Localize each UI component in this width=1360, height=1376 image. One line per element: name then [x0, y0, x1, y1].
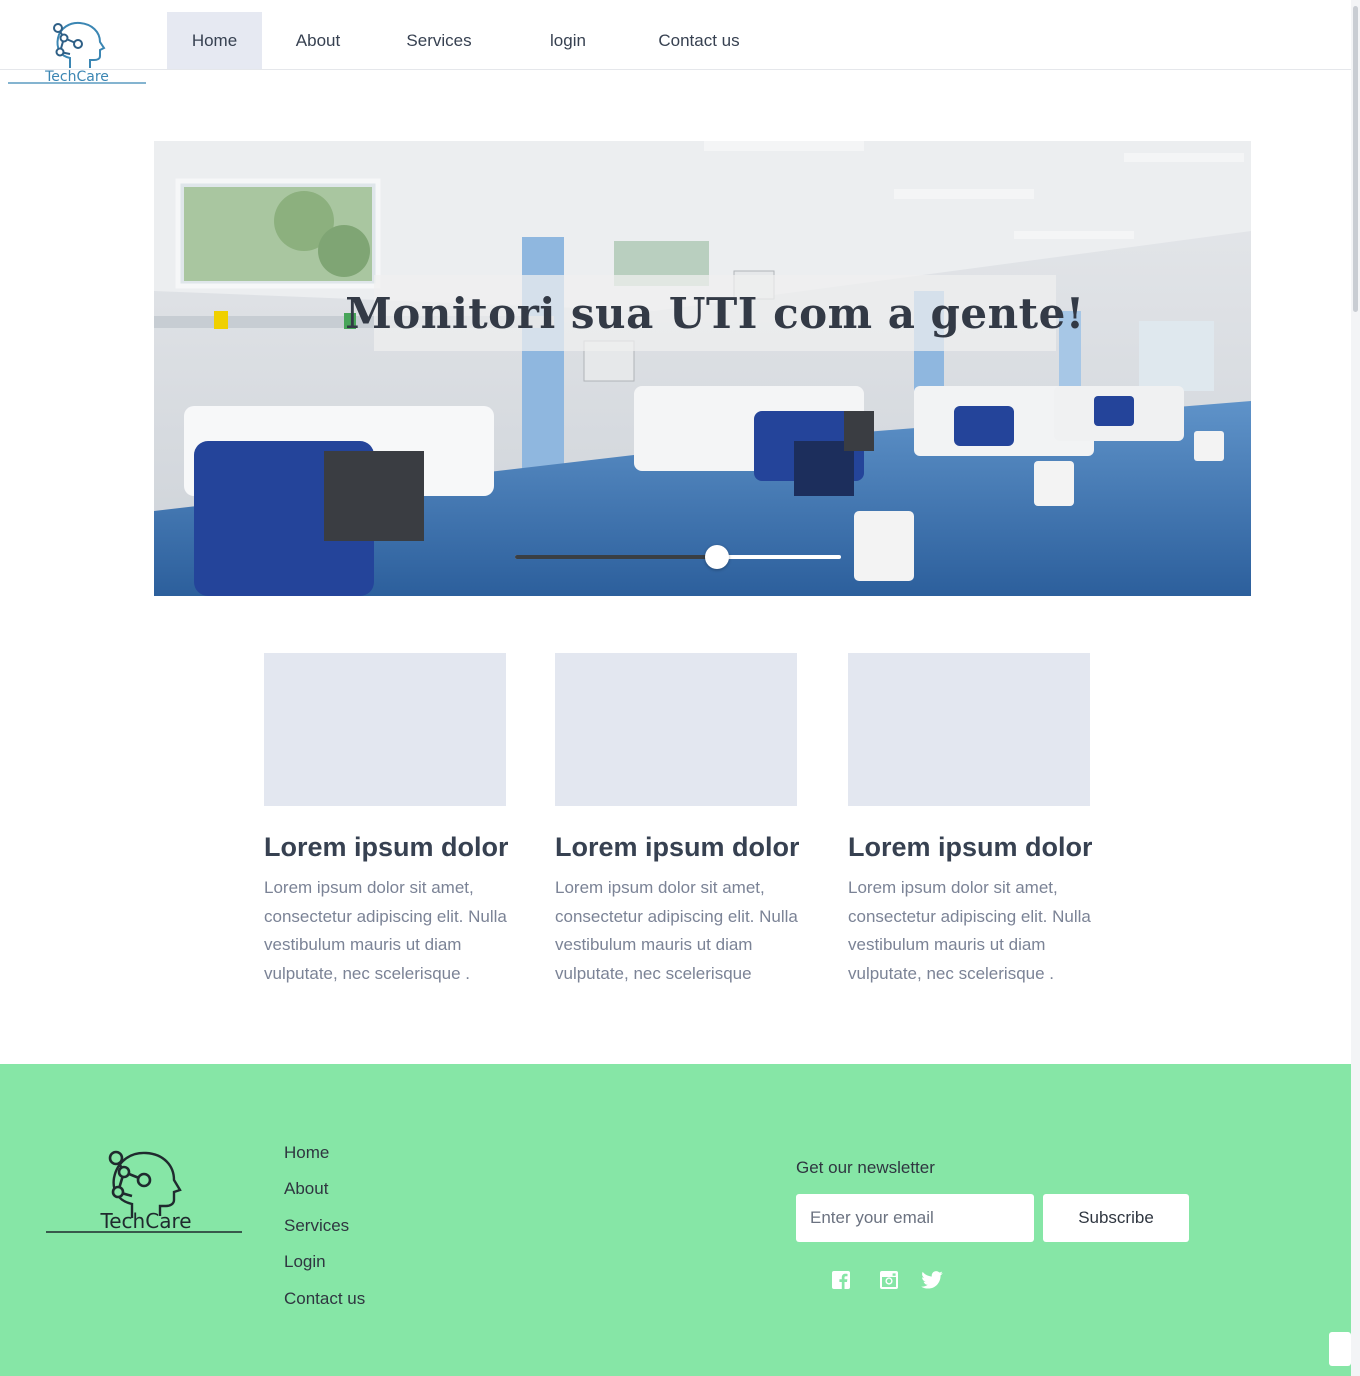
nav-item-login[interactable]: login	[504, 12, 632, 69]
back-to-top-button[interactable]	[1329, 1332, 1351, 1366]
card-title: Lorem ipsum dolor	[848, 832, 1092, 862]
footer-techcare-logo[interactable]: TechCare	[46, 1146, 242, 1239]
card-image-placeholder	[848, 653, 1090, 806]
newsletter-email-input[interactable]	[796, 1194, 1034, 1242]
techcare-logo[interactable]: TechCare	[8, 10, 146, 84]
carousel-slider[interactable]	[515, 545, 841, 569]
page-scrollbar[interactable]	[1351, 0, 1360, 1376]
site-header: TechCare Home About Services login Conta…	[0, 0, 1360, 84]
main-nav: Home About Services login Contact us	[167, 12, 766, 69]
card-title: Lorem ipsum dolor	[555, 832, 799, 862]
card-text: Lorem ipsum dolor sit amet, consectetur …	[555, 878, 798, 983]
footer-link-about[interactable]: About	[284, 1178, 365, 1214]
footer-link-contact[interactable]: Contact us	[284, 1288, 365, 1324]
subscribe-button[interactable]: Subscribe	[1043, 1194, 1189, 1242]
card-image-placeholder	[555, 653, 797, 806]
instagram-icon[interactable]	[878, 1269, 900, 1291]
card-image-placeholder	[264, 653, 506, 806]
footer-nav: Home About Services Login Contact us	[284, 1142, 365, 1324]
newsletter-label: Get our newsletter	[796, 1158, 935, 1177]
hospital-ward-image	[154, 141, 1251, 596]
feature-card: Lorem ipsum dolor Lorem ipsum dolor sit …	[848, 653, 1092, 988]
nav-item-services[interactable]: Services	[374, 12, 504, 69]
slider-thumb[interactable]	[705, 545, 730, 569]
slider-progress	[515, 555, 718, 559]
footer-link-services[interactable]: Services	[284, 1215, 365, 1251]
facebook-icon[interactable]	[830, 1269, 852, 1291]
nav-item-about[interactable]: About	[262, 12, 374, 69]
hero-title: Monitori sua UTI com a gente!	[345, 288, 1085, 338]
card-title: Lorem ipsum dolor	[264, 832, 508, 862]
card-text: Lorem ipsum dolor sit amet, consectetur …	[848, 878, 1091, 983]
twitter-icon[interactable]	[921, 1269, 943, 1291]
nav-item-home[interactable]: Home	[167, 12, 262, 69]
nav-item-contact[interactable]: Contact us	[632, 12, 766, 69]
logo-text: TechCare	[44, 69, 109, 84]
scrollbar-thumb[interactable]	[1353, 6, 1358, 312]
card-text: Lorem ipsum dolor sit amet, consectetur …	[264, 878, 507, 983]
feature-card: Lorem ipsum dolor Lorem ipsum dolor sit …	[264, 653, 508, 988]
footer-logo-text: TechCare	[99, 1209, 191, 1233]
hero-carousel: Monitori sua UTI com a gente!	[154, 141, 1251, 596]
footer-link-home[interactable]: Home	[284, 1142, 365, 1178]
hero-title-banner: Monitori sua UTI com a gente!	[345, 275, 1084, 351]
site-footer: TechCare Home About Services Login Conta…	[0, 1064, 1351, 1376]
feature-card: Lorem ipsum dolor Lorem ipsum dolor sit …	[555, 653, 799, 988]
footer-link-login[interactable]: Login	[284, 1251, 365, 1287]
